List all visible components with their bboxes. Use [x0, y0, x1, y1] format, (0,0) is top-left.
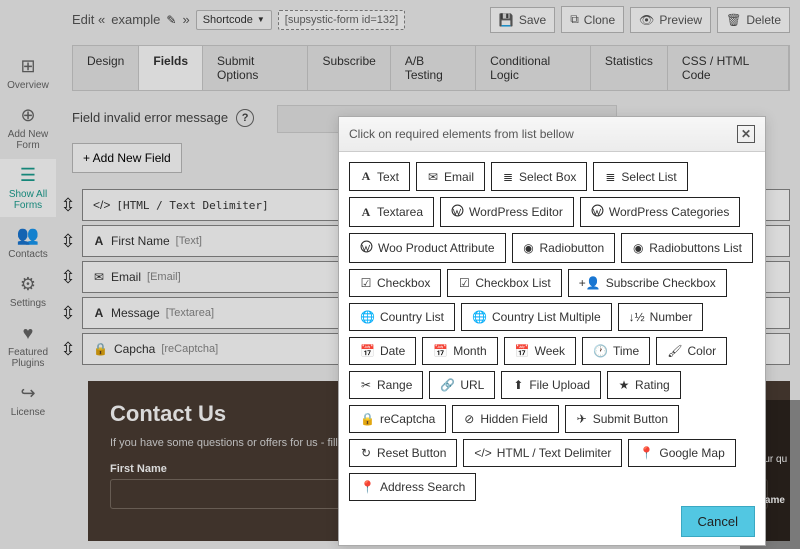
brush-icon: 🖌 [667, 344, 682, 358]
pin-icon: 📍 [639, 446, 654, 460]
A-icon: A [360, 205, 372, 220]
field-type-submit-button[interactable]: ✈Submit Button [565, 405, 679, 433]
mail-icon: ✉ [427, 170, 439, 184]
field-type-time[interactable]: 🕐Time [582, 337, 650, 365]
field-type-checkbox[interactable]: ☑Checkbox [349, 269, 441, 297]
field-type-textarea[interactable]: ATextarea [349, 197, 434, 227]
field-type-radiobuttons-list[interactable]: ◉Radiobuttons List [621, 233, 753, 263]
field-type-reset-button[interactable]: ↻Reset Button [349, 439, 457, 467]
globe-icon: 🌐 [360, 310, 375, 324]
field-type-html-text-delimiter[interactable]: </>HTML / Text Delimiter [463, 439, 622, 467]
cal-icon: 📅 [360, 344, 375, 358]
field-type-rating[interactable]: ★Rating [607, 371, 681, 399]
check-icon: ☑ [360, 276, 372, 290]
field-type-week[interactable]: 📅Week [504, 337, 576, 365]
link-icon: 🔗 [440, 378, 455, 392]
upload-icon: ⬆ [512, 378, 524, 392]
field-type-wordpress-editor[interactable]: WordPress Editor [440, 197, 574, 227]
range-icon: ✂ [360, 378, 372, 392]
lock-icon: 🔒 [360, 412, 375, 426]
user-icon: +👤 [579, 276, 601, 290]
field-type-country-list-multiple[interactable]: 🌐Country List Multiple [461, 303, 612, 331]
field-type-color[interactable]: 🖌Color [656, 337, 727, 365]
field-type-email[interactable]: ✉Email [416, 162, 485, 191]
field-type-text[interactable]: AText [349, 162, 410, 191]
refresh-icon: ↻ [360, 446, 372, 460]
list-icon: ≣ [604, 170, 616, 184]
field-picker-modal: Click on required elements from list bel… [338, 116, 766, 546]
globe-icon: 🌐 [472, 310, 487, 324]
star-icon: ★ [618, 378, 630, 392]
field-type-google-map[interactable]: 📍Google Map [628, 439, 735, 467]
modal-title: Click on required elements from list bel… [349, 127, 737, 141]
cal-icon: 📅 [433, 344, 448, 358]
field-type-hidden-field[interactable]: ⊘Hidden Field [452, 405, 558, 433]
field-type-checkbox-list[interactable]: ☑Checkbox List [447, 269, 561, 297]
field-type-radiobutton[interactable]: ◉Radiobutton [512, 233, 616, 263]
field-type-url[interactable]: 🔗URL [429, 371, 495, 399]
field-type-country-list[interactable]: 🌐Country List [349, 303, 455, 331]
field-type-month[interactable]: 📅Month [422, 337, 497, 365]
check-icon: ☑ [458, 276, 470, 290]
field-type-number[interactable]: ↓½Number [618, 303, 704, 331]
cal-icon: 📅 [515, 344, 530, 358]
wp-icon [591, 204, 604, 220]
cancel-button[interactable]: Cancel [681, 506, 755, 537]
field-type-date[interactable]: 📅Date [349, 337, 416, 365]
dot-icon: ◉ [523, 241, 535, 255]
field-type-recaptcha[interactable]: 🔒reCaptcha [349, 405, 446, 433]
field-type-range[interactable]: ✂Range [349, 371, 423, 399]
dot-icon: ◉ [632, 241, 644, 255]
field-type-file-upload[interactable]: ⬆File Upload [501, 371, 601, 399]
wp-icon [451, 204, 464, 220]
num-icon: ↓½ [629, 310, 645, 324]
A-icon: A [360, 169, 372, 184]
list-icon: ≣ [502, 170, 514, 184]
code-icon: </> [474, 446, 491, 460]
field-type-address-search[interactable]: 📍Address Search [349, 473, 476, 501]
close-icon[interactable]: ✕ [737, 125, 755, 143]
send-icon: ✈ [576, 412, 588, 426]
clock-icon: 🕐 [593, 344, 608, 358]
eyeoff-icon: ⊘ [463, 412, 475, 426]
wp-icon [360, 240, 373, 256]
field-type-subscribe-checkbox[interactable]: +👤Subscribe Checkbox [568, 269, 727, 297]
field-type-select-box[interactable]: ≣Select Box [491, 162, 587, 191]
field-type-select-list[interactable]: ≣Select List [593, 162, 687, 191]
pin-icon: 📍 [360, 480, 375, 494]
field-type-wordpress-categories[interactable]: WordPress Categories [580, 197, 741, 227]
field-type-woo-product-attribute[interactable]: Woo Product Attribute [349, 233, 506, 263]
